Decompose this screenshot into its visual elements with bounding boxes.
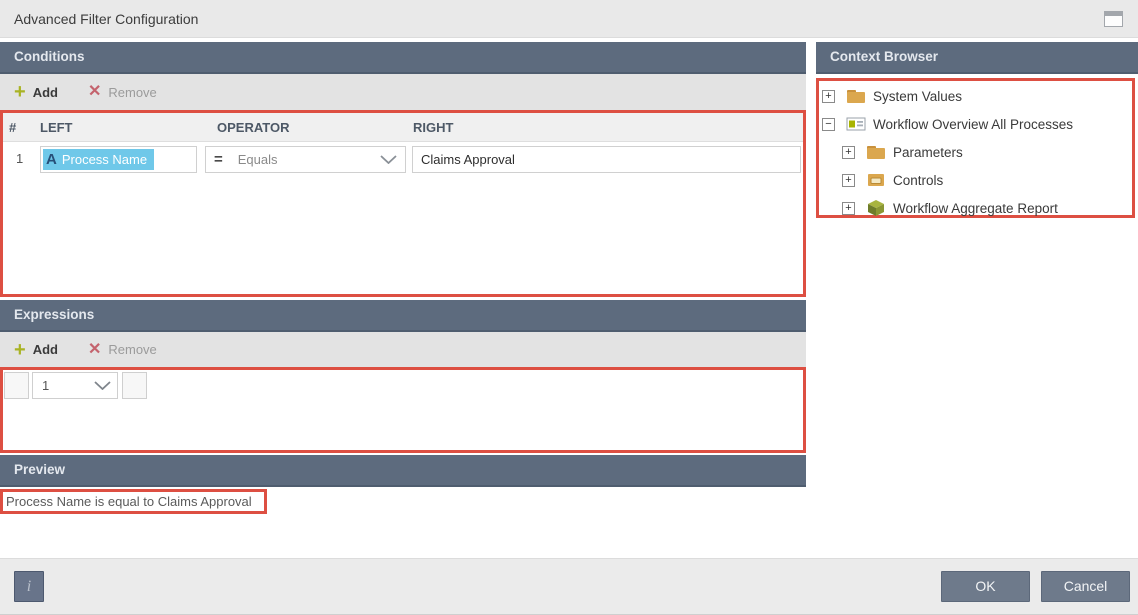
- folder-icon: [867, 146, 885, 159]
- conditions-grid-annotation-box: # LEFT OPERATOR RIGHT 1 A Process Name =…: [0, 110, 806, 297]
- expressions-grid-annotation-box: 1: [0, 367, 806, 453]
- conditions-grid-header: # LEFT OPERATOR RIGHT: [3, 113, 803, 142]
- cancel-button-label: Cancel: [1063, 578, 1108, 594]
- left-field-value: Process Name: [61, 152, 148, 167]
- info-icon: i: [26, 578, 32, 595]
- text-type-icon: A: [46, 151, 57, 168]
- advanced-filter-dialog: Advanced Filter Configuration Conditions…: [0, 0, 1138, 615]
- condition-left-field[interactable]: A Process Name: [40, 146, 197, 173]
- expression-order-value: 1: [42, 378, 50, 393]
- expressions-section-header: Expressions: [0, 300, 806, 332]
- column-header-left: LEFT: [40, 120, 73, 135]
- expression-left-cell[interactable]: [4, 372, 29, 399]
- expand-plus-icon[interactable]: +: [842, 145, 855, 159]
- conditions-section-header: Conditions: [0, 42, 806, 74]
- context-browser-header-label: Context Browser: [830, 49, 939, 64]
- collapse-minus-icon[interactable]: −: [822, 117, 835, 131]
- ok-button[interactable]: OK: [941, 571, 1030, 602]
- remove-cross-icon: ✕: [87, 83, 102, 100]
- expressions-header-label: Expressions: [14, 307, 95, 322]
- chevron-down-icon: [94, 381, 111, 390]
- conditions-toolbar: + Add ✕ Remove: [0, 74, 806, 110]
- conditions-remove-button[interactable]: ✕ Remove: [88, 83, 157, 101]
- preview-header-label: Preview: [14, 462, 66, 477]
- expressions-add-button[interactable]: + Add: [14, 338, 58, 361]
- chevron-down-icon: [380, 155, 397, 164]
- ok-button-label: OK: [975, 578, 996, 594]
- smartobject-icon: [846, 117, 866, 131]
- expand-plus-icon[interactable]: +: [842, 173, 855, 187]
- tree-item-label: Controls: [893, 172, 944, 188]
- add-button-label: Add: [32, 342, 58, 357]
- context-browser-header: Context Browser: [816, 42, 1138, 74]
- condition-right-field[interactable]: Claims Approval: [412, 146, 801, 173]
- expression-right-cell[interactable]: [122, 372, 147, 399]
- column-header-right: RIGHT: [413, 120, 454, 135]
- operator-dropdown[interactable]: = Equals: [205, 146, 406, 173]
- expand-plus-icon[interactable]: +: [842, 201, 855, 215]
- remove-cross-icon: ✕: [87, 340, 102, 358]
- preview-text-annotation-box: Process Name is equal to Claims Approval: [0, 489, 267, 514]
- remove-button-label: Remove: [108, 84, 157, 100]
- cancel-button[interactable]: Cancel: [1041, 571, 1130, 602]
- tree-item-label: Workflow Overview All Processes: [873, 116, 1074, 132]
- add-plus-icon: +: [14, 338, 26, 361]
- folder-icon: [847, 90, 865, 103]
- maximize-window-icon[interactable]: [1104, 11, 1123, 27]
- dialog-titlebar: Advanced Filter Configuration: [0, 0, 1138, 38]
- add-button-label: Add: [32, 84, 58, 100]
- column-header-operator: OPERATOR: [217, 120, 290, 135]
- dialog-title: Advanced Filter Configuration: [14, 11, 199, 27]
- tree-item-workflow-overview[interactable]: − Workflow Overview All Processes: [819, 110, 1132, 138]
- expression-order-dropdown[interactable]: 1: [32, 372, 118, 399]
- dialog-footer: i OK Cancel: [0, 558, 1138, 615]
- add-plus-icon: +: [14, 81, 26, 103]
- context-browser-tree-annotation-box: + System Values − Workflow Overview All …: [816, 78, 1135, 218]
- preview-text: Process Name is equal to Claims Approval: [6, 494, 252, 509]
- info-button[interactable]: i: [14, 571, 44, 602]
- operator-value: Equals: [237, 152, 278, 167]
- column-header-num: #: [9, 120, 17, 135]
- equals-operator-icon: =: [214, 151, 223, 168]
- tree-item-workflow-aggregate-report[interactable]: + Workflow Aggregate Report: [819, 194, 1132, 222]
- tree-item-parameters[interactable]: + Parameters: [819, 138, 1132, 166]
- tree-item-controls[interactable]: + Controls: [819, 166, 1132, 194]
- expressions-toolbar: + Add ✕ Remove: [0, 332, 806, 367]
- controls-icon: [868, 174, 884, 186]
- conditions-header-label: Conditions: [14, 49, 85, 64]
- process-name-token[interactable]: A Process Name: [43, 149, 155, 170]
- cube-icon: [868, 200, 884, 216]
- tree-item-label: Parameters: [893, 144, 963, 160]
- conditions-add-button[interactable]: + Add: [14, 81, 58, 103]
- tree-item-system-values[interactable]: + System Values: [819, 82, 1132, 110]
- preview-section-header: Preview: [0, 455, 806, 487]
- expand-plus-icon[interactable]: +: [822, 89, 835, 103]
- tree-item-label: System Values: [873, 88, 963, 104]
- expressions-remove-button[interactable]: ✕ Remove: [88, 341, 157, 359]
- remove-button-label: Remove: [108, 342, 157, 357]
- tree-item-label: Workflow Aggregate Report: [893, 200, 1058, 216]
- right-field-value: Claims Approval: [421, 152, 515, 167]
- condition-row-number: 1: [16, 151, 24, 166]
